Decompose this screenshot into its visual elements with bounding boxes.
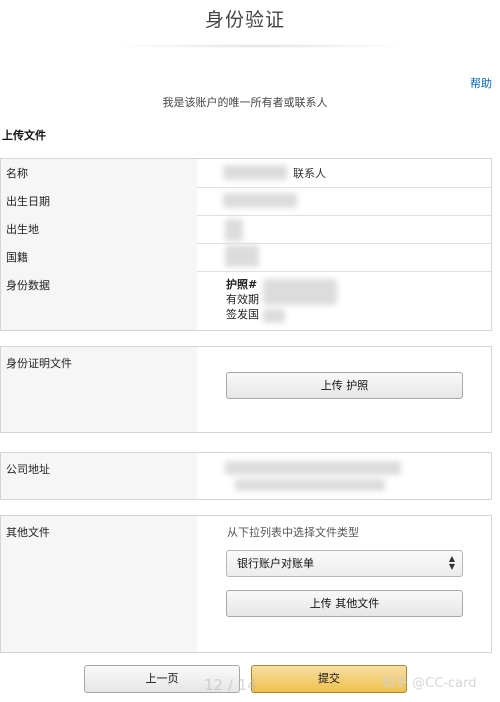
file-type-selected: 银行账户对账单	[237, 557, 314, 570]
passport-number-label: 护照#	[226, 278, 258, 291]
page-indicator-overlay: 12 / 14	[204, 676, 257, 694]
file-type-select[interactable]: 银行账户对账单 ▲ ▼	[226, 550, 463, 577]
other-files-label: 其他文件	[6, 526, 50, 539]
info-row-label: 名称	[1, 159, 197, 187]
info-row-label: 出生地	[1, 215, 197, 243]
expiry-label: 有效期	[226, 293, 259, 306]
company-address-box: 公司地址	[0, 452, 492, 500]
info-row-identity-data: 身份数据 护照# 有效期 签发国	[1, 271, 491, 330]
title-divider	[110, 44, 410, 48]
other-files-box: 其他文件 从下拉列表中选择文件类型 银行账户对账单 ▲ ▼ 上传 其他文件	[0, 515, 492, 653]
redacted-address	[225, 461, 401, 475]
info-table: 名称 联系人 出生日期 出生地 国籍 身份数据 护照# 有效期 签发国	[0, 158, 492, 331]
id-document-label: 身份证明文件	[6, 357, 72, 370]
info-row-label: 出生日期	[1, 187, 197, 215]
info-row-label: 身份数据	[1, 271, 197, 330]
select-arrows-icon: ▲ ▼	[448, 554, 455, 571]
page-title: 身份验证	[204, 9, 285, 31]
section-title: 上传文件	[2, 129, 46, 142]
redacted-value	[263, 309, 285, 323]
redacted-value	[223, 165, 287, 180]
redacted-value	[223, 193, 297, 208]
redacted-value	[225, 219, 243, 241]
id-document-box: 身份证明文件 上传 护照	[0, 346, 492, 433]
identity-data-lines: 护照# 有效期 签发国	[226, 277, 259, 322]
file-type-hint: 从下拉列表中选择文件类型	[227, 526, 359, 539]
info-row-birthplace: 出生地	[1, 215, 491, 244]
watermark-text: 知乎 @CC-card	[382, 676, 477, 691]
redacted-address	[235, 479, 385, 491]
subtitle: 我是该账户的唯一所有者或联系人	[162, 96, 328, 109]
info-row-label: 国籍	[1, 243, 197, 271]
info-row-birthdate: 出生日期	[1, 187, 491, 216]
company-address-label: 公司地址	[6, 463, 50, 476]
redacted-value	[225, 245, 259, 267]
info-row-value: 联系人	[293, 167, 326, 180]
upload-other-files-button[interactable]: 上传 其他文件	[226, 590, 463, 617]
issuing-country-label: 签发国	[226, 308, 259, 321]
info-row-name: 名称 联系人	[1, 159, 491, 188]
upload-passport-button[interactable]: 上传 护照	[226, 372, 463, 399]
help-link[interactable]: 帮助	[470, 75, 492, 91]
info-row-nationality: 国籍	[1, 243, 491, 272]
redacted-value	[263, 279, 337, 305]
